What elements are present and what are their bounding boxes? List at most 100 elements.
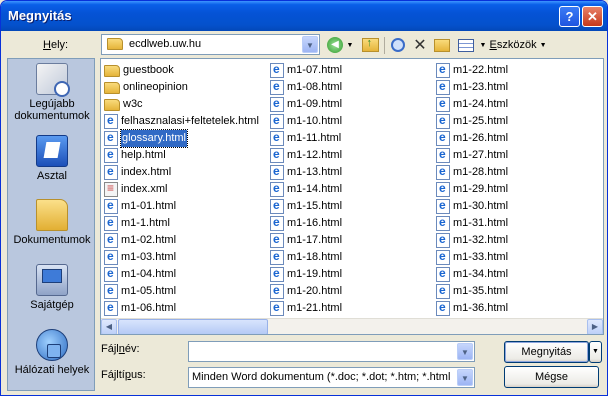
file-item[interactable]: m1-35.html <box>436 282 509 300</box>
file-name: m1-14.html <box>287 183 343 195</box>
file-item[interactable]: m1-36.html <box>436 299 509 317</box>
back-button[interactable]: ◀ <box>325 35 345 55</box>
place-documents[interactable]: Dokumentumok <box>8 199 96 246</box>
file-item[interactable]: m1-21.html <box>270 299 342 317</box>
place-recent[interactable]: Legújabb dokumentumok <box>8 63 96 122</box>
xml-file-icon <box>104 180 118 197</box>
tools-menu[interactable]: Eszközök ▼ <box>489 35 546 55</box>
folder-icon <box>107 38 123 50</box>
file-item[interactable]: m1-16.html <box>270 214 342 232</box>
file-name: w3c <box>123 98 143 110</box>
place-label: Dokumentumok <box>13 234 91 246</box>
file-item[interactable]: m1-32.html <box>436 231 508 249</box>
file-item[interactable]: guestbook <box>104 62 259 79</box>
open-button[interactable]: Megnyitás <box>504 341 589 363</box>
place-desktop[interactable]: Asztal <box>8 135 96 182</box>
file-item[interactable]: m1-24.html <box>436 95 508 113</box>
chevron-down-icon[interactable]: ▼ <box>302 36 318 53</box>
file-item[interactable]: m1-27.html <box>436 146 508 164</box>
file-item[interactable]: m1-01.html <box>104 197 259 215</box>
file-item[interactable]: m1-09.html <box>270 95 342 113</box>
file-item[interactable]: m1-30.html <box>436 197 508 215</box>
file-item[interactable]: m1-33.html <box>436 248 508 266</box>
file-item[interactable]: w3c <box>104 96 259 113</box>
file-item[interactable]: m1-19.html <box>270 265 343 283</box>
new-folder-button[interactable] <box>432 35 452 55</box>
file-name: m1-10.html <box>287 115 343 127</box>
html-file-icon <box>436 299 450 316</box>
file-item[interactable]: m1-08.html <box>270 78 342 96</box>
file-item[interactable]: m1-06.html <box>104 299 259 317</box>
html-file-icon <box>104 112 118 129</box>
file-item[interactable]: m1-13.html <box>270 163 342 181</box>
file-item[interactable]: m1-10.html <box>270 112 343 130</box>
html-file-icon <box>104 163 118 180</box>
file-item[interactable]: felhasznalasi+feltetelek.html <box>104 112 259 130</box>
html-file-icon <box>270 248 284 265</box>
location-combo[interactable]: ecdlweb.uw.hu ▼ <box>101 34 320 55</box>
back-dropdown-icon[interactable]: ▼ <box>345 35 355 55</box>
file-item[interactable]: m1-07.html <box>270 61 342 79</box>
new-folder-icon <box>434 38 450 52</box>
file-name: m1-35.html <box>453 285 509 297</box>
filetype-dropdown-icon[interactable]: ▼ <box>457 369 473 386</box>
file-item[interactable]: m1-22.html <box>436 61 508 79</box>
location-value: ecdlweb.uw.hu <box>129 38 202 50</box>
file-item[interactable]: m1-12.html <box>270 146 342 164</box>
scrollbar-thumb[interactable] <box>118 319 268 334</box>
file-item[interactable]: m1-04.html <box>104 265 259 283</box>
filename-input[interactable]: ▼ <box>188 341 475 362</box>
file-item[interactable]: m1-28.html <box>436 163 508 181</box>
place-mycomputer[interactable]: Sajátgép <box>8 264 96 311</box>
file-item[interactable]: index.xml <box>104 180 259 198</box>
filetype-select[interactable]: Minden Word dokumentum (*.doc; *.dot; *.… <box>188 367 475 388</box>
file-item[interactable]: m1-23.html <box>436 78 508 96</box>
help-icon[interactable]: ? <box>559 6 580 27</box>
scroll-left-icon[interactable]: ◀ <box>101 319 117 334</box>
file-item[interactable]: m1-26.html <box>436 129 508 147</box>
file-item[interactable]: onlineopinion <box>104 79 259 96</box>
file-item[interactable]: m1-18.html <box>270 248 342 266</box>
up-folder-button[interactable]: ↑ <box>359 35 381 55</box>
filename-dropdown-icon[interactable]: ▼ <box>457 343 473 360</box>
html-file-icon <box>270 265 284 282</box>
file-item[interactable]: index.html <box>104 163 259 181</box>
html-file-icon <box>436 197 450 214</box>
file-item[interactable]: m1-15.html <box>270 197 342 215</box>
file-item[interactable]: m1-29.html <box>436 180 508 198</box>
file-item[interactable]: m1-11.html <box>270 129 342 147</box>
place-network[interactable]: Hálózati helyek <box>8 329 96 376</box>
delete-button[interactable]: ✕ <box>410 35 430 55</box>
search-web-button[interactable] <box>388 35 408 55</box>
views-dropdown-icon[interactable]: ▼ <box>478 35 488 55</box>
file-item[interactable]: m1-20.html <box>270 282 342 300</box>
views-button[interactable] <box>456 35 476 55</box>
html-file-icon <box>270 299 284 316</box>
html-file-icon <box>436 146 450 163</box>
scroll-right-icon[interactable]: ▶ <box>587 319 603 334</box>
file-item[interactable]: m1-05.html <box>104 282 259 300</box>
file-item[interactable]: m1-34.html <box>436 265 508 283</box>
horizontal-scrollbar[interactable]: ◀ ▶ <box>101 318 603 334</box>
html-file-icon <box>270 61 284 78</box>
close-icon[interactable]: ✕ <box>582 6 603 27</box>
file-name: m1-36.html <box>453 302 509 314</box>
file-item[interactable]: m1-25.html <box>436 112 508 130</box>
file-name: m1-01.html <box>121 200 177 212</box>
open-dropdown-icon[interactable]: ▼ <box>589 341 602 363</box>
file-item[interactable]: m1-14.html <box>270 180 343 198</box>
file-item[interactable]: m1-03.html <box>104 248 259 266</box>
file-list[interactable]: guestbook onlineopinion w3c felhasznalasi+f… <box>100 58 604 335</box>
title-bar[interactable]: Megnyitás ? ✕ <box>1 1 607 31</box>
filetype-label: Fájltípus: <box>101 369 146 381</box>
file-name: guestbook <box>123 64 174 76</box>
cancel-button[interactable]: Mégse <box>504 366 599 388</box>
file-item[interactable]: m1-31.html <box>436 214 508 232</box>
file-item[interactable]: glossary.html <box>104 129 259 148</box>
folder-icon <box>104 81 120 94</box>
file-item[interactable]: help.html <box>104 146 259 164</box>
file-item[interactable]: m1-02.html <box>104 231 259 249</box>
file-name: m1-19.html <box>287 268 343 280</box>
file-item[interactable]: m1-17.html <box>270 231 342 249</box>
file-item[interactable]: m1-1.html <box>104 214 259 232</box>
